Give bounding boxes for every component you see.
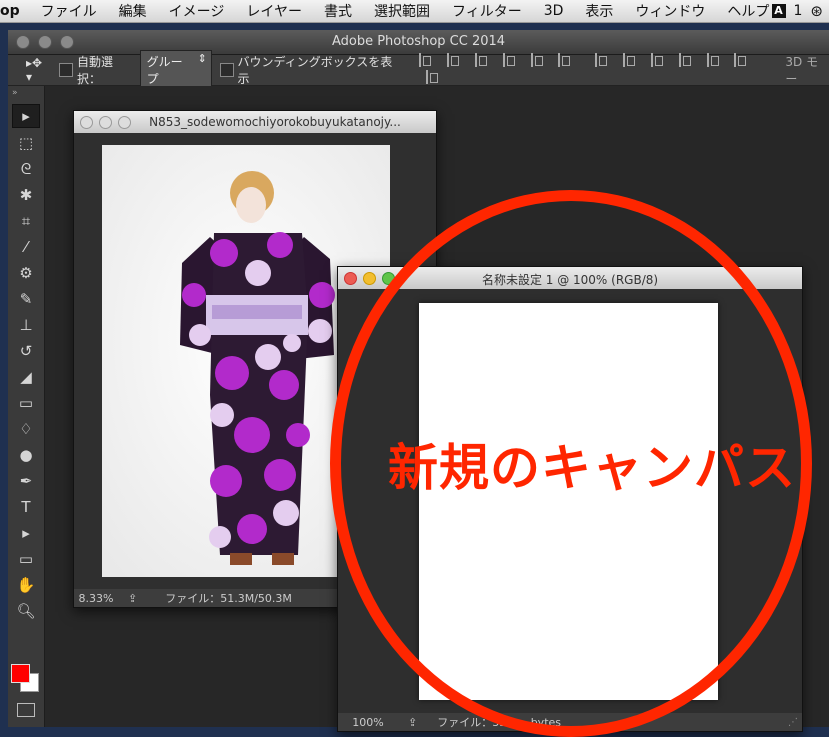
app-title: Adobe Photoshop CC 2014 [331, 34, 506, 49]
marquee-tool-icon[interactable]: ⬚ [13, 132, 39, 154]
doc2-title-bar: 名称未設定 1 @ 100% (RGB/8) [338, 267, 802, 289]
brush-tool-icon[interactable]: ✎ [13, 288, 39, 310]
distribute-right-icon[interactable] [734, 53, 747, 67]
app-title-bar: Adobe Photoshop CC 2014 [8, 30, 829, 55]
auto-align-icon[interactable] [426, 70, 439, 84]
menu-image[interactable]: イメージ [158, 1, 236, 21]
workspace: N853_sodewomochiyorokobuyukatanojy... 8.… [45, 86, 829, 732]
doc1-file-info: ファイル：51.3M/50.3M [165, 592, 292, 605]
blur-tool-icon[interactable]: ♢ [13, 418, 39, 440]
dodge-tool-icon[interactable]: ● [13, 444, 39, 466]
auto-select-checkbox[interactable] [59, 63, 74, 77]
doc2-resize-grip-icon[interactable]: ⋰ [788, 717, 798, 728]
blank-canvas[interactable] [419, 303, 718, 700]
doc1-title: N853_sodewomochiyorokobuyukatanojy... [149, 115, 401, 129]
quick-mask-icon[interactable] [17, 703, 35, 717]
bounding-box-label: バウンディングボックスを表示 [237, 55, 393, 86]
move-tool-preset-icon[interactable]: ▸✥ ▾ [26, 56, 51, 84]
distribute-vcenter-icon[interactable] [623, 53, 636, 67]
distribute-left-icon[interactable] [678, 53, 692, 67]
menu-filter[interactable]: フィルター [441, 1, 533, 21]
crop-tool-icon[interactable]: ⌗ [13, 210, 39, 232]
move-tool-icon[interactable]: ▸ [12, 104, 40, 128]
distribute-bottom-icon[interactable] [650, 53, 664, 67]
align-hcenter-icon[interactable] [530, 53, 544, 67]
type-tool-icon[interactable]: T [13, 496, 39, 518]
pen-tool-icon[interactable]: ✒ [13, 470, 39, 492]
panel-collapse-icon[interactable]: » [8, 86, 44, 100]
menu-view[interactable]: 表示 [574, 1, 624, 21]
hand-tool-icon[interactable]: ✋ [13, 574, 39, 596]
menu-layer[interactable]: レイヤー [235, 1, 313, 21]
auto-select-dropdown[interactable]: グループ [139, 50, 212, 90]
align-right-icon[interactable] [558, 53, 571, 67]
align-buttons-group [408, 53, 773, 87]
distribute-top-icon[interactable] [595, 53, 608, 67]
doc2-title: 名称未設定 1 @ 100% (RGB/8) [481, 273, 659, 287]
menu-file[interactable]: ファイル [30, 1, 108, 21]
healing-brush-tool-icon[interactable]: ⚙ [13, 262, 39, 284]
options-bar: ▸✥ ▾ 自動選択： グループ バウンディングボックスを表示 3D モー [8, 50, 829, 90]
menu-window[interactable]: ウィンドウ [624, 1, 716, 21]
menu-3d[interactable]: 3D [533, 3, 575, 19]
stamp-tool-icon[interactable]: ⊥ [13, 314, 39, 336]
eraser-tool-icon[interactable]: ◢ [13, 366, 39, 388]
adobe-icon[interactable]: A [771, 4, 786, 18]
distribute-hcenter-icon[interactable] [706, 53, 720, 67]
annotation-text: 新規のキャンパス [388, 439, 796, 497]
lasso-tool-icon[interactable]: ᘓ [13, 158, 39, 180]
menu-edit[interactable]: 編集 [108, 1, 158, 21]
foreground-color-swatch[interactable] [11, 664, 30, 683]
menu-extras: A 1 ⊛ [771, 2, 823, 20]
auto-select-label: 自動選択： [77, 55, 114, 86]
doc1-zoom-level[interactable]: 8.33% [74, 592, 118, 605]
doc2-file-info: ファイル：351.... bytes [437, 716, 562, 729]
magic-wand-tool-icon[interactable]: ✱ [13, 184, 39, 206]
menu-bar: op ファイル 編集 イメージ レイヤー 書式 選択範囲 フィルター 3D 表示… [0, 0, 829, 23]
align-top-icon[interactable] [419, 53, 432, 67]
app-menu[interactable]: op [0, 3, 30, 19]
adobe-count: 1 [793, 3, 803, 19]
eyedropper-tool-icon[interactable]: ⁄ [13, 236, 39, 258]
creative-cloud-icon[interactable]: ⊛ [810, 2, 823, 20]
photoshop-window: Adobe Photoshop CC 2014 ▸✥ ▾ 自動選択： グループ … [8, 30, 829, 732]
tools-panel: » ▸ ⬚ ᘓ ✱ ⌗ ⁄ ⚙ ✎ ⊥ ↺ ◢ ▭ ♢ ● ✒ T ▸ ▭ ✋ … [8, 86, 45, 727]
canvas-area[interactable] [338, 289, 802, 713]
align-vcenter-icon[interactable] [447, 53, 460, 67]
bounding-box-checkbox[interactable] [219, 63, 234, 77]
path-selection-tool-icon[interactable]: ▸ [13, 522, 39, 544]
doc2-status-bar: 100% ⇪ ファイル：351.... bytes ⋰ [338, 713, 802, 731]
zoom-tool-icon[interactable]: 🔍︎ [13, 600, 39, 622]
align-bottom-icon[interactable] [475, 53, 488, 67]
menu-type[interactable]: 書式 [313, 1, 363, 21]
history-brush-tool-icon[interactable]: ↺ [13, 340, 39, 362]
gradient-tool-icon[interactable]: ▭ [13, 392, 39, 414]
menu-select[interactable]: 選択範囲 [363, 1, 441, 21]
rectangle-tool-icon[interactable]: ▭ [13, 548, 39, 570]
doc1-title-bar: N853_sodewomochiyorokobuyukatanojy... [74, 111, 436, 133]
doc1-share-icon[interactable]: ⇪ [128, 592, 137, 605]
align-left-icon[interactable] [502, 53, 516, 67]
3d-mode-label: 3D モー [785, 55, 819, 86]
